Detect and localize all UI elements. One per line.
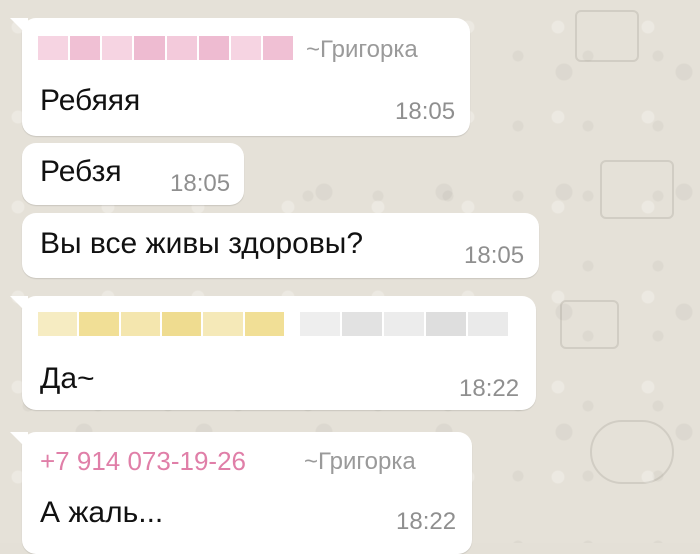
message-text: Вы все живы здоровы? (40, 227, 364, 260)
message-time: 18:05 (170, 170, 231, 197)
message-text: А жаль... (40, 496, 164, 529)
message-bubble[interactable]: Вы все живы здоровы? 18:05 (22, 213, 539, 278)
message-text: Ребзя (40, 155, 122, 188)
message-time: 18:05 (395, 98, 456, 125)
message-bubble[interactable]: Ребзя 18:05 (22, 143, 244, 205)
blurred-sender-phone (38, 312, 284, 336)
message-time: 18:05 (464, 242, 525, 269)
wallpaper-doodle (590, 420, 674, 484)
sender-name: ~Григорка (306, 36, 418, 63)
wallpaper-doodle (575, 10, 639, 62)
message-time: 18:22 (396, 508, 457, 535)
message-text: Ребяяя (40, 84, 141, 117)
message-bubble[interactable]: Да~ 18:22 (10, 296, 536, 410)
message-bubble[interactable]: +7 914 073-19-26 ~Григорка А жаль... 18:… (10, 432, 472, 554)
blurred-sender-name (38, 36, 293, 60)
message-bubble[interactable]: ~Григорка Ребяяя 18:05 (10, 18, 470, 136)
blurred-sender-name (300, 312, 508, 336)
sender-phone[interactable]: +7 914 073-19-26 (40, 446, 246, 477)
wallpaper-doodle (600, 160, 674, 219)
message-text: Да~ (40, 362, 95, 395)
wallpaper-doodle (560, 300, 619, 349)
message-time: 18:22 (459, 375, 520, 402)
sender-name: ~Григорка (304, 448, 416, 475)
